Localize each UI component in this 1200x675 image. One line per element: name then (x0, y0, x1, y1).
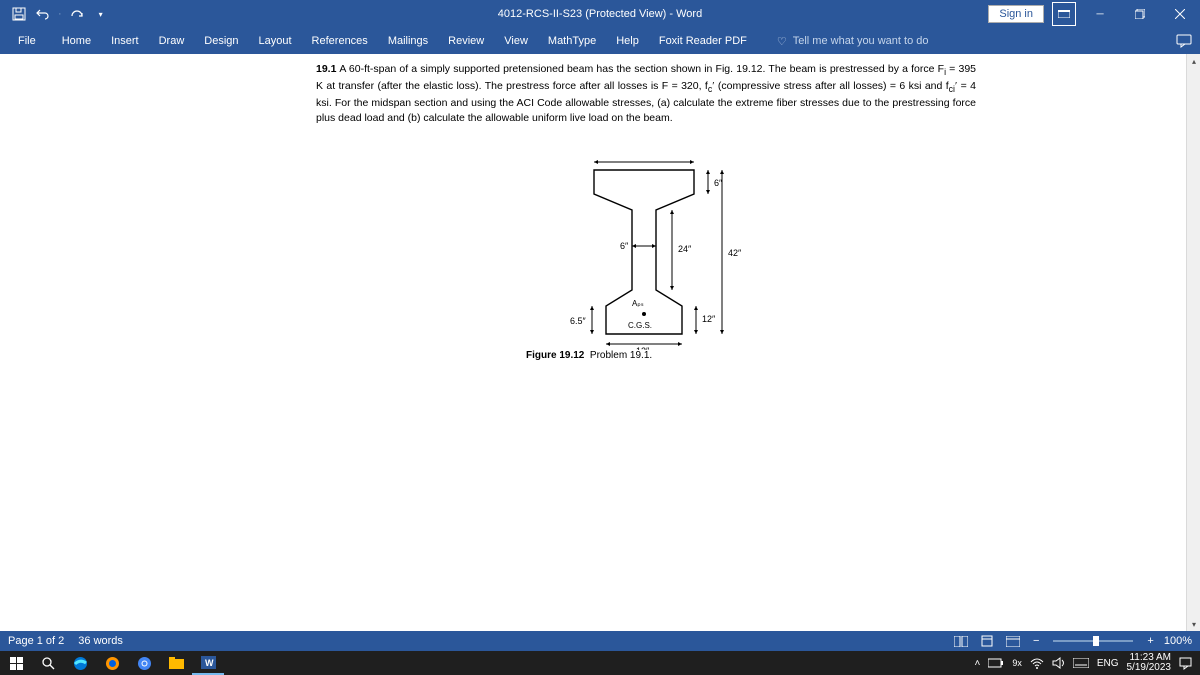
ribbon-display-icon[interactable] (1052, 2, 1076, 26)
save-icon[interactable] (8, 3, 30, 25)
tab-layout[interactable]: Layout (249, 31, 302, 51)
document-page: 19.1 A 60-ft-span of a simply supported … (280, 54, 980, 392)
document-area: 19.1 A 60-ft-span of a simply supported … (0, 54, 1186, 631)
document-title: 4012-RCS-II-S23 (Protected View) - Word (498, 8, 702, 20)
search-icon[interactable] (32, 651, 64, 675)
sign-in-button[interactable]: Sign in (988, 5, 1044, 23)
edge-icon[interactable] (64, 651, 96, 675)
firefox-icon[interactable] (96, 651, 128, 675)
status-bar: Page 1 of 2 36 words − + 100% (0, 631, 1200, 651)
close-icon[interactable] (1160, 0, 1200, 28)
web-layout-icon[interactable] (1003, 633, 1023, 649)
chrome-icon[interactable] (128, 651, 160, 675)
svg-text:24″: 24″ (678, 244, 692, 254)
svg-text:42″: 42″ (728, 248, 742, 258)
page-indicator[interactable]: Page 1 of 2 (8, 635, 64, 647)
tab-design[interactable]: Design (194, 31, 248, 51)
scroll-down-icon[interactable]: ▾ (1187, 617, 1200, 631)
tell-me-label: Tell me what you want to do (793, 35, 929, 47)
zoom-in-icon[interactable]: + (1143, 635, 1157, 647)
svg-text:W: W (205, 658, 214, 668)
svg-text:20″: 20″ (632, 160, 646, 161)
ibeam-diagram: 20″ 6″ 6″ 24″ 42″ 12″ (564, 160, 744, 350)
clock[interactable]: 11:23 AM 5/19/2023 (1127, 653, 1172, 673)
keyboard-icon[interactable] (1073, 658, 1089, 668)
tab-mathtype[interactable]: MathType (538, 31, 606, 51)
print-layout-icon[interactable] (977, 633, 997, 649)
tray-chevron-icon[interactable]: ˄ (974, 658, 980, 669)
tab-review[interactable]: Review (438, 31, 494, 51)
problem-number: 19.1 (316, 63, 336, 75)
word-count[interactable]: 36 words (78, 635, 123, 647)
scroll-up-icon[interactable]: ▴ (1187, 54, 1200, 68)
undo-icon[interactable] (32, 3, 54, 25)
svg-text:Aₚₛ: Aₚₛ (632, 299, 644, 308)
quick-access-toolbar: · ▾ (0, 3, 112, 25)
ribbon-tabs: File Home Insert Draw Design Layout Refe… (0, 28, 1200, 54)
tab-mailings[interactable]: Mailings (378, 31, 438, 51)
tab-view[interactable]: View (494, 31, 538, 51)
battery-icon[interactable] (988, 658, 1004, 668)
tab-foxit[interactable]: Foxit Reader PDF (649, 31, 757, 51)
language-indicator[interactable]: ENG (1097, 658, 1119, 669)
tab-references[interactable]: References (302, 31, 378, 51)
lightbulb-icon: ♡ (777, 35, 787, 48)
svg-text:6.5″: 6.5″ (570, 316, 587, 326)
word-icon[interactable]: W (192, 651, 224, 675)
tab-draw[interactable]: Draw (149, 31, 195, 51)
titlebar: · ▾ 4012-RCS-II-S23 (Protected View) - W… (0, 0, 1200, 28)
svg-text:C.G.S.: C.G.S. (628, 321, 652, 330)
comments-icon[interactable] (1176, 34, 1192, 48)
system-tray: ˄ 9x ENG 11:23 AM 5/19/2023 (974, 653, 1200, 673)
restore-icon[interactable] (1120, 0, 1160, 28)
redo-icon[interactable] (66, 3, 88, 25)
problem-text: 19.1 A 60-ft-span of a simply supported … (316, 62, 976, 126)
windows-taskbar: W ˄ 9x ENG 11:23 AM 5/19/2023 (0, 651, 1200, 675)
customize-qat-icon[interactable]: ▾ (90, 3, 112, 25)
svg-text:6″: 6″ (620, 241, 629, 251)
figure-area: 20″ 6″ 6″ 24″ 42″ 12″ (316, 132, 976, 392)
onedrive-icon[interactable]: 9x (1012, 658, 1022, 668)
qat-sep: · (58, 8, 62, 20)
file-tab[interactable]: File (4, 31, 50, 51)
start-icon[interactable] (0, 651, 32, 675)
figure-caption: Figure 19.12 Problem 19.1. (526, 350, 652, 361)
explorer-icon[interactable] (160, 651, 192, 675)
tab-home[interactable]: Home (52, 31, 101, 51)
tell-me-search[interactable]: ♡ Tell me what you want to do (777, 35, 929, 48)
tab-help[interactable]: Help (606, 31, 649, 51)
notifications-icon[interactable] (1179, 657, 1192, 670)
volume-icon[interactable] (1052, 657, 1065, 669)
tab-insert[interactable]: Insert (101, 31, 149, 51)
minimize-icon[interactable]: ─ (1080, 0, 1120, 28)
wifi-icon[interactable] (1030, 658, 1044, 669)
zoom-level[interactable]: 100% (1164, 635, 1192, 647)
zoom-out-icon[interactable]: − (1029, 635, 1043, 647)
zoom-slider[interactable] (1053, 640, 1133, 642)
read-mode-icon[interactable] (951, 633, 971, 649)
svg-text:12″: 12″ (702, 314, 716, 324)
vertical-scrollbar[interactable]: ▴ ▾ (1186, 54, 1200, 631)
